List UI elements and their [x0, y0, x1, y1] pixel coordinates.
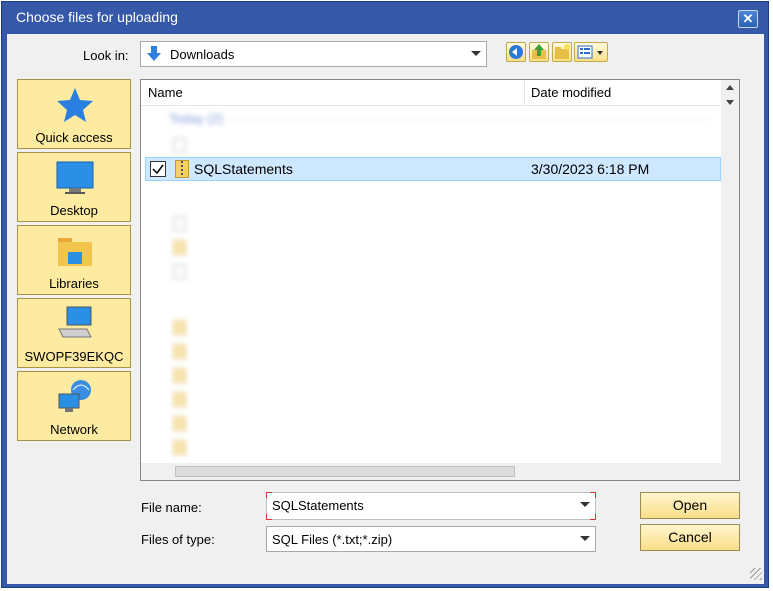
title-bar: Choose files for uploading ✕	[2, 2, 768, 34]
file-row	[141, 315, 721, 339]
scroll-up-icon[interactable]	[726, 85, 734, 90]
folder-icon	[173, 368, 186, 383]
cancel-button[interactable]: Cancel	[640, 524, 740, 551]
scroll-down-icon[interactable]	[726, 100, 734, 105]
file-row	[141, 235, 721, 259]
look-in-value: Downloads	[170, 47, 235, 62]
back-button[interactable]	[506, 42, 526, 62]
file-type-label: Files of type:	[141, 532, 215, 547]
desktop-icon	[56, 161, 94, 194]
file-name-input[interactable]: SQLStatements	[266, 492, 596, 520]
star-icon	[57, 88, 93, 122]
file-type-value: SQL Files (*.txt;*.zip)	[272, 532, 393, 547]
network-icon	[58, 380, 91, 412]
look-in-dropdown[interactable]: Downloads	[140, 41, 487, 67]
place-network[interactable]: Network	[17, 371, 131, 441]
download-arrow-icon	[147, 46, 161, 61]
folder-icon	[173, 240, 186, 255]
place-label: Quick access	[35, 130, 113, 145]
focus-corner	[266, 492, 272, 498]
chevron-down-icon	[580, 536, 590, 541]
file-type-dropdown[interactable]: SQL Files (*.txt;*.zip)	[266, 526, 596, 552]
place-label: SWOPF39EKQC	[24, 349, 124, 364]
view-menu-icon	[577, 45, 603, 59]
file-icon	[173, 216, 186, 231]
place-label: Desktop	[50, 203, 98, 218]
file-checkbox[interactable]	[150, 161, 166, 177]
libraries-icon	[58, 238, 92, 266]
group-divider	[231, 119, 711, 120]
new-folder-icon	[555, 44, 570, 59]
file-row	[141, 133, 721, 157]
computer-icon	[58, 306, 92, 338]
group-header-today: Today (2)	[169, 111, 224, 126]
file-dialog: Choose files for uploading ✕ Look in: Do…	[1, 1, 769, 588]
place-label: Network	[50, 422, 98, 437]
place-computer[interactable]: SWOPF39EKQC	[17, 298, 131, 368]
vertical-scrollbar[interactable]	[721, 80, 739, 480]
file-name-value: SQLStatements	[272, 498, 364, 513]
place-label: Libraries	[49, 276, 99, 291]
folder-icon	[173, 440, 186, 455]
place-libraries[interactable]: Libraries	[17, 225, 131, 295]
file-row	[141, 211, 721, 235]
file-row	[141, 387, 721, 411]
scrollbar-thumb[interactable]	[175, 466, 515, 477]
folder-icon	[173, 320, 186, 335]
column-header-date[interactable]: Date modified	[525, 80, 721, 106]
file-list[interactable]: Name Date modified Today (2) SQLStatemen…	[140, 79, 740, 481]
views-menu-button[interactable]	[574, 42, 608, 62]
focus-corner	[266, 514, 272, 520]
horizontal-scrollbar[interactable]	[141, 463, 721, 480]
file-list-header: Name Date modified	[141, 80, 721, 106]
file-icon	[173, 138, 186, 153]
file-icon	[173, 264, 186, 279]
folder-icon	[173, 344, 186, 359]
focus-corner	[590, 514, 596, 520]
file-row	[141, 363, 721, 387]
chevron-down-icon	[471, 51, 481, 56]
place-desktop[interactable]: Desktop	[17, 152, 131, 222]
column-header-name[interactable]: Name	[141, 80, 525, 106]
place-quick-access[interactable]: Quick access	[17, 79, 131, 149]
up-folder-icon	[532, 44, 546, 59]
close-button[interactable]: ✕	[738, 10, 758, 28]
file-row	[141, 411, 721, 435]
look-in-label: Look in:	[83, 48, 129, 63]
zip-file-icon	[175, 160, 189, 178]
back-arrow-icon	[509, 45, 523, 59]
folder-icon	[173, 416, 186, 431]
checkmark-icon	[152, 164, 164, 175]
dialog-title: Choose files for uploading	[16, 9, 178, 25]
chevron-down-icon[interactable]	[580, 502, 590, 507]
new-folder-button[interactable]	[552, 42, 572, 62]
file-row	[141, 259, 721, 283]
close-icon: ✕	[742, 11, 754, 26]
open-button[interactable]: Open	[640, 492, 740, 519]
resize-grip[interactable]	[750, 568, 762, 580]
focus-corner	[590, 492, 596, 498]
dialog-body: Look in: Downloads Quick access Desktop …	[7, 34, 764, 584]
folder-icon	[173, 392, 186, 407]
file-row	[141, 435, 721, 459]
file-row-selected[interactable]: SQLStatements 3/30/2023 6:18 PM	[145, 157, 721, 181]
file-name-cell: SQLStatements	[194, 161, 293, 177]
up-folder-button[interactable]	[529, 42, 549, 62]
file-date-cell: 3/30/2023 6:18 PM	[531, 161, 650, 177]
file-row	[141, 339, 721, 363]
file-name-label: File name:	[141, 500, 202, 515]
